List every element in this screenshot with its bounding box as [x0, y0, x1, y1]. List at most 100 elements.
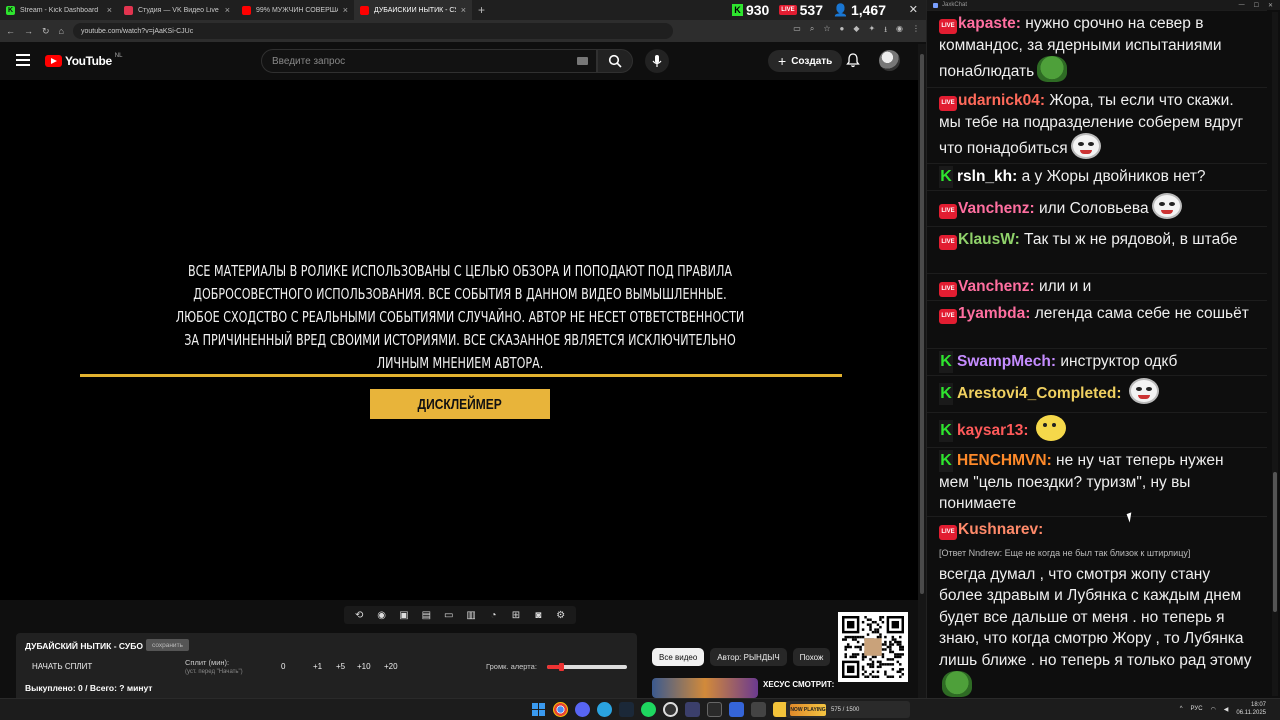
save-button[interactable]: сохранить: [146, 639, 189, 651]
browser-tab[interactable]: ДУБАЙСКИЙ НЫТИК - СУБО ×: [354, 0, 472, 20]
tray-chevron-icon[interactable]: ^: [1180, 706, 1183, 712]
scrollbar-thumb[interactable]: [920, 54, 924, 594]
download-icon[interactable]: ⭳: [884, 24, 887, 38]
profile-icon[interactable]: ◉: [896, 24, 903, 38]
zoom-icon[interactable]: ⌕: [810, 24, 814, 38]
hamburger-menu-icon[interactable]: [16, 54, 30, 66]
search-input[interactable]: [272, 55, 562, 67]
loop-icon[interactable]: ⟲: [353, 609, 365, 621]
obs-icon[interactable]: [663, 702, 678, 717]
chat-scrollbar-thumb[interactable]: [1273, 472, 1277, 612]
chat-nick[interactable]: SwampMech:: [957, 353, 1056, 370]
speed-icon[interactable]: ◔: [488, 609, 500, 621]
chat-nick[interactable]: Vanchenz:: [958, 278, 1035, 295]
close-icon[interactable]: ✕: [1268, 2, 1273, 9]
chat-nick[interactable]: kaysar13:: [957, 422, 1029, 439]
steam-icon[interactable]: [619, 702, 634, 717]
tab-close-icon[interactable]: ×: [225, 5, 230, 15]
alert-volume-slider[interactable]: [547, 663, 627, 671]
tab-title: 99% МУЖЧИН СОВЕРШАЮТ...: [256, 6, 338, 14]
clapper-icon[interactable]: ▤: [420, 609, 432, 621]
clock[interactable]: 18:07 06.11.2025: [1236, 701, 1266, 717]
add-20-button[interactable]: +20: [384, 662, 398, 671]
extension-icon[interactable]: ◆: [853, 24, 859, 38]
chrome-icon[interactable]: [553, 702, 568, 717]
account-avatar[interactable]: [879, 50, 900, 71]
telegram-icon[interactable]: [597, 702, 612, 717]
url-field[interactable]: youtube.com/watch?v=jAaKSi-CJUc: [72, 23, 673, 39]
chip-similar[interactable]: Похож: [792, 648, 831, 666]
notifications-bell-icon[interactable]: [846, 53, 860, 73]
disclaimer-badge-label: ДИСКЛЕЙМЕР: [417, 395, 503, 413]
volume-icon[interactable]: ◀: [1224, 706, 1229, 713]
split-minutes-value[interactable]: 0: [281, 662, 285, 671]
chip-all-videos[interactable]: Все видео: [652, 648, 705, 666]
app-icon[interactable]: [751, 702, 766, 717]
media-player-icon[interactable]: [729, 702, 744, 717]
maximize-icon[interactable]: ☐: [1254, 2, 1259, 9]
more-icon[interactable]: ⋮: [912, 24, 920, 38]
tab-close-icon[interactable]: ×: [461, 5, 466, 15]
new-tab-button[interactable]: +: [478, 3, 485, 17]
kick-badge-icon: K: [939, 450, 953, 472]
chat-nick[interactable]: rsln_kh:: [957, 168, 1017, 185]
spotify-icon[interactable]: [641, 702, 656, 717]
back-icon[interactable]: ←: [6, 26, 15, 36]
video-player[interactable]: ВСЕ МАТЕРИАЛЫ В РОЛИКЕ ИСПОЛЬЗОВАНЫ С ЦЕ…: [0, 80, 918, 600]
chat-nick[interactable]: KlausW:: [958, 231, 1020, 248]
media-widget[interactable]: NOW PLAYING 575 / 1500: [786, 701, 910, 718]
broadcast-icon[interactable]: ◉: [376, 609, 388, 621]
chat-nick[interactable]: Kushnarev:: [958, 521, 1043, 538]
app-icon[interactable]: [707, 702, 722, 717]
chat-message: Krsln_kh: а у Жоры двойников нет?: [927, 163, 1267, 190]
window-close-icon[interactable]: ✕: [909, 3, 918, 16]
add-icon[interactable]: ⊞: [510, 609, 522, 621]
bookmark-icon[interactable]: ☆: [823, 24, 830, 38]
add-5-button[interactable]: +5: [336, 662, 345, 671]
theater-icon[interactable]: ▥: [465, 609, 477, 621]
window-controls: — ☐ ✕: [1239, 2, 1280, 9]
language-indicator[interactable]: РУС: [1191, 706, 1203, 712]
chat-scrollbar[interactable]: [1272, 12, 1278, 696]
tab-close-icon[interactable]: ×: [343, 5, 348, 15]
extension-icon[interactable]: ●: [840, 24, 845, 38]
slider-knob[interactable]: [559, 663, 565, 671]
chat-nick[interactable]: Vanchenz:: [958, 200, 1035, 217]
kick-counter: K 930: [731, 2, 769, 18]
add-1-button[interactable]: +1: [313, 662, 322, 671]
reload-icon[interactable]: ↻: [42, 26, 50, 37]
recommended-title[interactable]: ХЕСУС СМОТРИТ:: [763, 680, 834, 689]
start-split-button[interactable]: НАЧАТЬ СПЛИТ: [32, 662, 92, 671]
chat-nick[interactable]: udarnick04:: [958, 92, 1045, 109]
app-icon[interactable]: [685, 702, 700, 717]
youtube-logo[interactable]: YouTube NL: [45, 53, 122, 68]
gear-icon[interactable]: ⚙: [555, 609, 567, 621]
discord-icon[interactable]: [575, 702, 590, 717]
tab-close-icon[interactable]: ×: [107, 5, 112, 15]
voice-search-button[interactable]: [645, 49, 669, 73]
chat-nick[interactable]: Arestovi4_Completed:: [957, 385, 1122, 402]
browser-tab[interactable]: 99% МУЖЧИН СОВЕРШАЮТ... ×: [236, 0, 354, 20]
screenshot-icon[interactable]: ▣: [398, 609, 410, 621]
keyboard-icon[interactable]: [577, 57, 588, 65]
chat-nick[interactable]: HENCHMVN:: [957, 452, 1052, 469]
page-scrollbar[interactable]: [918, 44, 926, 698]
forward-icon[interactable]: →: [24, 26, 33, 36]
cast-icon[interactable]: ▭: [793, 24, 801, 38]
puzzle-icon[interactable]: ✦: [869, 24, 876, 38]
browser-tab[interactable]: K Stream - Kick Dashboard ×: [0, 0, 118, 20]
minimize-icon[interactable]: —: [1239, 2, 1245, 9]
network-icon[interactable]: ◠: [1211, 706, 1216, 713]
create-button[interactable]: + Создать: [768, 50, 843, 72]
chat-nick[interactable]: 1yambda:: [958, 305, 1030, 322]
chip-author[interactable]: Автор: РЫНДЫЧ: [710, 648, 787, 666]
picture-in-picture-icon[interactable]: ▭: [443, 609, 455, 621]
home-icon[interactable]: ⌂: [59, 26, 64, 36]
chat-nick[interactable]: kapaste:: [958, 15, 1021, 32]
browser-tab[interactable]: Студия — VK Видео Live ×: [118, 0, 236, 20]
search-button[interactable]: [597, 49, 633, 73]
camera-icon[interactable]: ◙: [532, 609, 544, 621]
add-10-button[interactable]: +10: [357, 662, 371, 671]
recommended-thumbnail[interactable]: [652, 678, 758, 698]
start-windows-icon[interactable]: [531, 702, 546, 717]
